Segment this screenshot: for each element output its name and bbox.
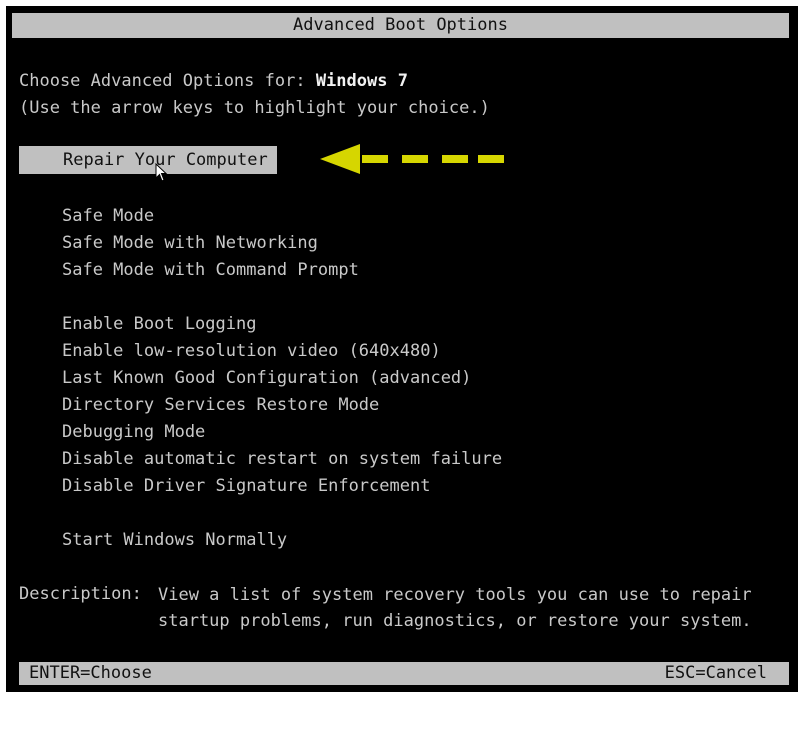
description-text: View a list of system recovery tools you… <box>158 582 752 634</box>
choose-options-prefix: Choose Advanced Options for: <box>19 71 316 91</box>
description-line-1: View a list of system recovery tools you… <box>158 585 752 605</box>
footer-bar: ENTER=Choose ESC=Cancel <box>19 662 789 685</box>
menu-item-last-known-good[interactable]: Last Known Good Configuration (advanced) <box>62 366 471 390</box>
menu-item-directory-services[interactable]: Directory Services Restore Mode <box>62 393 379 417</box>
menu-item-disable-auto-restart[interactable]: Disable automatic restart on system fail… <box>62 447 502 471</box>
menu-item-low-res-video[interactable]: Enable low-resolution video (640x480) <box>62 339 441 363</box>
esc-cancel-hint: ESC=Cancel <box>664 663 767 683</box>
menu-item-debugging-mode[interactable]: Debugging Mode <box>62 420 205 444</box>
os-name: Windows 7 <box>315 71 408 91</box>
hint-line: (Use the arrow keys to highlight your ch… <box>19 98 490 118</box>
menu-item-disable-driver-signature[interactable]: Disable Driver Signature Enforcement <box>62 474 430 498</box>
description-label: Description: <box>19 584 142 604</box>
left-arrow-dashed-icon <box>320 144 504 174</box>
menu-item-start-normally[interactable]: Start Windows Normally <box>62 528 287 552</box>
menu-item-boot-logging[interactable]: Enable Boot Logging <box>62 312 256 336</box>
menu-item-safe-mode-networking[interactable]: Safe Mode with Networking <box>62 231 318 255</box>
choose-options-line: Choose Advanced Options for: Windows 7 <box>19 69 408 93</box>
menu-item-safe-mode-command-prompt[interactable]: Safe Mode with Command Prompt <box>62 258 359 282</box>
description-line-2: startup problems, run diagnostics, or re… <box>158 611 752 631</box>
menu-item-safe-mode[interactable]: Safe Mode <box>62 204 154 228</box>
mouse-pointer-icon <box>155 163 168 182</box>
title-bar: Advanced Boot Options <box>12 13 789 38</box>
enter-choose-hint: ENTER=Choose <box>29 663 152 683</box>
